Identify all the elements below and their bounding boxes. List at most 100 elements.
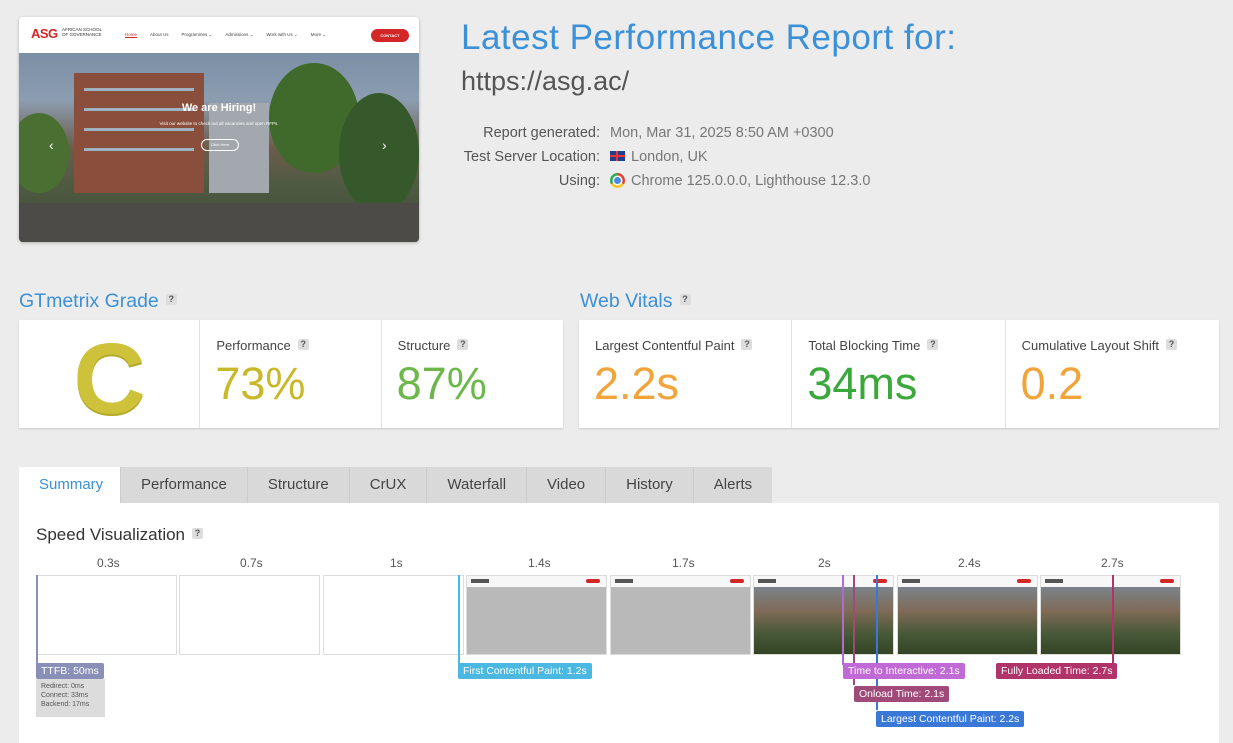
chevron-right-icon: › <box>382 137 387 153</box>
report-generated-value: Mon, Mar 31, 2025 8:50 AM +0300 <box>610 125 834 141</box>
lcp-label: Largest Contentful Paint? <box>595 338 753 353</box>
filmstrip-frame[interactable] <box>466 575 607 655</box>
lcp-value: 2.2s <box>594 358 680 409</box>
thumbnail-hero-title: We are Hiring! <box>181 102 257 114</box>
thumbnail-logo: ASG <box>31 26 58 41</box>
help-icon[interactable]: ? <box>297 339 309 351</box>
fully-loaded-marker-line <box>1112 575 1114 665</box>
help-icon[interactable]: ? <box>927 339 939 351</box>
thumbnail-menu-item: About Us <box>150 32 169 37</box>
test-location-value: London, UK <box>631 149 708 165</box>
help-icon[interactable]: ? <box>1165 339 1177 351</box>
tab-waterfall[interactable]: Waterfall <box>427 467 528 503</box>
filmstrip-frame[interactable] <box>610 575 751 655</box>
web-vitals-panel: Largest Contentful Paint? 2.2s Total Blo… <box>579 320 1219 428</box>
tab-performance[interactable]: Performance <box>121 467 248 503</box>
grade-card: C <box>19 320 201 435</box>
filmstrip-frame[interactable] <box>323 575 464 655</box>
report-title: Latest Performance Report for: <box>461 18 957 57</box>
thumbnail-hero-subtitle: Visit our website to check out all vacan… <box>159 121 279 126</box>
report-tabs: Summary Performance Structure CrUX Water… <box>19 467 773 503</box>
thumbnail-menu-item: More ⌄ <box>310 32 327 37</box>
onload-label: Onload Time: 2.1s <box>854 686 950 702</box>
ttfb-connect: Connect: 33ms <box>41 692 89 699</box>
tbt-card: Total Blocking Time? 34ms <box>792 320 1006 428</box>
help-icon[interactable]: ? <box>457 339 469 351</box>
structure-card: Structure? 87% <box>382 320 563 428</box>
thumbnail-menu-item: Admissions ⌄ <box>225 32 254 37</box>
tbt-label: Total Blocking Time? <box>808 338 939 353</box>
tab-structure[interactable]: Structure <box>247 467 350 503</box>
tab-alerts[interactable]: Alerts <box>693 467 773 503</box>
grade-letter: C <box>73 323 146 435</box>
tbt-value: 34ms <box>807 358 918 409</box>
timeline-tick: 1.7s <box>672 556 695 570</box>
timeline-tick: 1.4s <box>528 556 551 570</box>
tab-history[interactable]: History <box>606 467 694 503</box>
filmstrip-frame[interactable] <box>179 575 320 655</box>
timeline-tick: 2.4s <box>958 556 981 570</box>
web-vitals-heading: Web Vitals? <box>580 290 691 313</box>
chrome-icon <box>610 172 625 188</box>
ttfb-backend: Backend: 17ms <box>41 701 90 708</box>
filmstrip-frame[interactable] <box>897 575 1038 655</box>
using-label: Using: <box>558 173 600 189</box>
using-value: Chrome 125.0.0.0, Lighthouse 12.3.0 <box>631 173 871 189</box>
performance-card: Performance? 73% <box>200 320 382 428</box>
test-location-label: Test Server Location: <box>463 149 600 165</box>
thumbnail-menu-item: Home <box>125 32 138 38</box>
help-icon[interactable]: ? <box>165 294 177 306</box>
thumbnail-logo-subtitle: AFRICAN SCHOOL OF GOVERNANCE <box>62 27 102 37</box>
thumbnail-menu-item: Work with Us ⌄ <box>266 32 298 37</box>
ttfb-label: TTFB: 50ms <box>36 663 104 679</box>
structure-label: Structure? <box>398 338 469 353</box>
help-icon[interactable]: ? <box>741 339 753 351</box>
timeline-tick: 2s <box>818 556 831 570</box>
gtmetrix-grade-heading: GTmetrix Grade? <box>19 290 177 313</box>
timeline-tick: 0.3s <box>97 556 120 570</box>
timeline-tick: 1s <box>390 556 403 570</box>
web-vitals-heading-text: Web Vitals <box>580 290 673 312</box>
filmstrip-frame[interactable] <box>36 575 177 655</box>
performance-value: 73% <box>215 358 306 409</box>
tab-video[interactable]: Video <box>527 467 607 503</box>
filmstrip-frame[interactable] <box>1040 575 1181 655</box>
help-icon[interactable]: ? <box>192 528 204 540</box>
report-url[interactable]: https://asg.ac/ <box>461 66 629 97</box>
filmstrip-frame[interactable] <box>753 575 894 655</box>
lcp-card: Largest Contentful Paint? 2.2s <box>579 320 793 428</box>
ttfb-details: Redirect: 0ms Connect: 33ms Backend: 17m… <box>36 679 105 717</box>
page-screenshot-thumbnail: ASG AFRICAN SCHOOL OF GOVERNANCE Home Ab… <box>19 17 419 242</box>
chevron-left-icon: ‹ <box>49 137 54 153</box>
ttfb-redirect: Redirect: 0ms <box>41 683 85 690</box>
tti-marker-line <box>842 575 844 665</box>
lcp-label: Largest Contentful Paint: 2.2s <box>876 711 1025 727</box>
uk-flag-icon <box>610 151 625 162</box>
report-generated-label: Report generated: <box>483 125 600 141</box>
tab-crux[interactable]: CrUX <box>349 467 428 503</box>
structure-value: 87% <box>396 358 487 409</box>
fcp-marker-line <box>458 575 460 665</box>
cls-label: Cumulative Layout Shift? <box>1022 338 1177 353</box>
fcp-label: First Contentful Paint: 1.2s <box>458 663 592 679</box>
thumbnail-menu-item: Programmes ⌄ <box>181 32 213 37</box>
thumbnail-road <box>19 203 419 242</box>
ttfb-marker-line <box>36 575 38 665</box>
cls-value: 0.2 <box>1020 358 1084 409</box>
test-location-row: Test Server Location: London, UK <box>440 149 708 165</box>
thumbnail-hero-button: Click Here <box>201 139 239 151</box>
using-row: Using: Chrome 125.0.0.0, Lighthouse 12.3.… <box>440 172 871 189</box>
timeline-tick: 0.7s <box>240 556 263 570</box>
thumbnail-navbar: ASG AFRICAN SCHOOL OF GOVERNANCE Home Ab… <box>19 17 419 53</box>
timeline-tick: 2.7s <box>1101 556 1124 570</box>
help-icon[interactable]: ? <box>679 294 691 306</box>
tab-summary[interactable]: Summary <box>19 467 121 503</box>
report-generated-row: Report generated: Mon, Mar 31, 2025 8:50 … <box>440 125 834 141</box>
thumbnail-contact-button: CONTACT <box>371 29 409 42</box>
thumbnail-building <box>74 73 204 193</box>
performance-label: Performance? <box>216 338 309 353</box>
fully-loaded-label: Fully Loaded Time: 2.7s <box>996 663 1118 679</box>
gtmetrix-grade-panel: C Performance? 73% Structure? 87% <box>19 320 563 435</box>
speed-visualization-heading: Speed Visualization? <box>36 525 204 545</box>
cls-card: Cumulative Layout Shift? 0.2 <box>1006 320 1219 428</box>
